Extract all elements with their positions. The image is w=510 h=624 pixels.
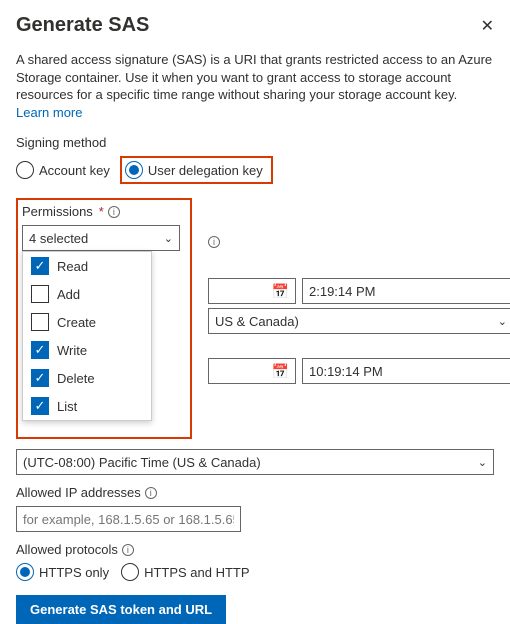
perm-label: Read [57, 259, 88, 274]
signing-method-user-delegation[interactable]: User delegation key [120, 156, 273, 184]
page-title: Generate SAS [16, 14, 149, 37]
perm-label: Delete [57, 371, 95, 386]
required-asterisk: * [99, 204, 104, 219]
info-icon[interactable]: i [208, 236, 220, 248]
start-time-value: 2:19:14 PM [309, 284, 376, 299]
perm-option-delete[interactable]: ✓Delete [23, 364, 151, 392]
permissions-summary: 4 selected [29, 231, 88, 246]
signing-method-account-key[interactable]: Account key [16, 161, 110, 179]
permissions-label-text: Permissions [22, 204, 93, 219]
perm-label: Create [57, 315, 96, 330]
start-tz-value: US & Canada) [215, 314, 299, 329]
expiry-time-value: 10:19:14 PM [309, 364, 383, 379]
permissions-dropdown[interactable]: ✓Read Add Create ✓Write ✓Delete ✓List [22, 251, 152, 421]
generate-sas-button[interactable]: Generate SAS token and URL [16, 595, 226, 624]
start-time-input[interactable]: 2:19:14 PM [302, 278, 510, 304]
perm-option-add[interactable]: Add [23, 280, 151, 308]
protocol-https-http[interactable]: HTTPS and HTTP [121, 563, 249, 581]
chevron-down-icon: ⌄ [478, 456, 487, 469]
expiry-time-input[interactable]: 10:19:14 PM [302, 358, 510, 384]
allowed-ip-label-text: Allowed IP addresses [16, 485, 141, 500]
close-icon[interactable]: ✕ [481, 16, 494, 36]
info-icon[interactable]: i [145, 487, 157, 499]
permissions-label: Permissions * i [22, 204, 184, 219]
expiry-tz-value: (UTC-08:00) Pacific Time (US & Canada) [23, 455, 261, 470]
description-body: A shared access signature (SAS) is a URI… [16, 52, 492, 102]
info-icon[interactable]: i [108, 206, 120, 218]
perm-label: List [57, 399, 77, 414]
expiry-timezone-select[interactable]: (UTC-08:00) Pacific Time (US & Canada) ⌄ [16, 449, 494, 475]
permissions-highlight-box: Permissions * i 4 selected ⌄ ✓Read Add C… [16, 198, 192, 439]
perm-option-list[interactable]: ✓List [23, 392, 151, 420]
signing-method-label: Signing method [16, 135, 494, 150]
allowed-protocols-label-text: Allowed protocols [16, 542, 118, 557]
protocol-https-only[interactable]: HTTPS only [16, 563, 109, 581]
permissions-select[interactable]: 4 selected ⌄ [22, 225, 180, 251]
start-date-input[interactable]: 📅 [208, 278, 296, 304]
perm-option-read[interactable]: ✓Read [23, 252, 151, 280]
perm-option-create[interactable]: Create [23, 308, 151, 336]
perm-option-write[interactable]: ✓Write [23, 336, 151, 364]
chevron-down-icon: ⌄ [498, 315, 507, 328]
chevron-down-icon: ⌄ [164, 232, 173, 245]
calendar-icon: 📅 [272, 283, 289, 300]
radio-label: User delegation key [148, 163, 263, 178]
start-timezone-select[interactable]: US & Canada) ⌄ [208, 308, 510, 334]
perm-label: Add [57, 287, 80, 302]
allowed-ip-label: Allowed IP addresses i [16, 485, 494, 500]
learn-more-link[interactable]: Learn more [16, 105, 82, 120]
perm-label: Write [57, 343, 87, 358]
radio-label: HTTPS only [39, 565, 109, 580]
info-icon[interactable]: i [122, 544, 134, 556]
expiry-date-input[interactable]: 📅 [208, 358, 296, 384]
calendar-icon: 📅 [272, 363, 289, 380]
allowed-protocols-label: Allowed protocols i [16, 542, 494, 557]
description-text: A shared access signature (SAS) is a URI… [16, 51, 494, 121]
radio-label: Account key [39, 163, 110, 178]
allowed-ip-input[interactable] [16, 506, 241, 532]
radio-label: HTTPS and HTTP [144, 565, 249, 580]
